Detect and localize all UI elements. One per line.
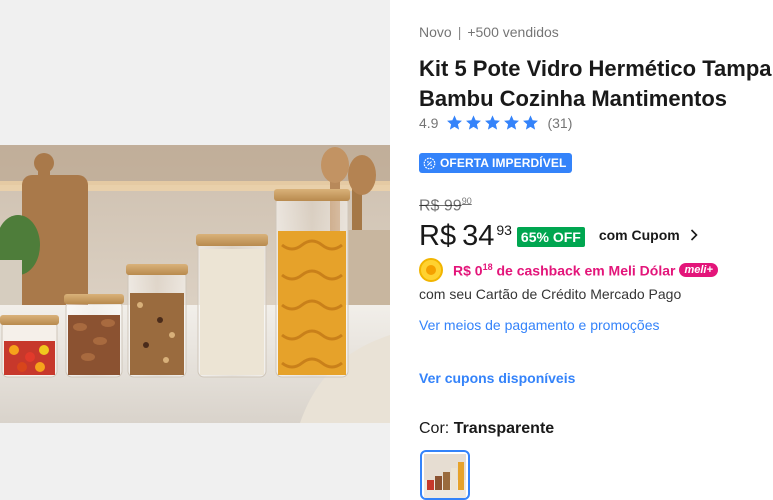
star-icon xyxy=(523,115,539,130)
subtitle-separator: | xyxy=(457,24,462,40)
cashback-row: R$ 018 de cashback em Meli Dólar meli+ xyxy=(419,258,718,282)
old-price-int: 99 xyxy=(443,197,462,215)
star-icon xyxy=(485,115,501,130)
cashback-currency: R$ xyxy=(453,262,471,279)
color-swatch-transparente[interactable] xyxy=(420,450,470,500)
product-page: Novo | +500 vendidos Kit 5 Pote Vidro Herm… xyxy=(0,0,773,500)
color-label: Cor: xyxy=(419,420,450,437)
color-value: Transparente xyxy=(453,420,555,437)
cashback-int: 0 xyxy=(474,262,483,279)
coupon-button[interactable]: com Cupom xyxy=(599,227,698,243)
cashback-description: de cashback em Meli Dólar xyxy=(496,262,676,279)
product-title: Kit 5 Pote Vidro Hermético Tampa De Bamb… xyxy=(419,56,773,111)
star-icon xyxy=(447,115,463,130)
price-cents: 93 xyxy=(496,222,512,238)
offer-badge: OFERTA IMPERDÍVEL xyxy=(419,153,573,173)
rating-stars xyxy=(446,114,539,131)
product-gallery xyxy=(0,0,390,500)
swatch-thumbnail xyxy=(424,454,466,498)
coupons-link[interactable]: Ver cupons disponíveis xyxy=(419,370,575,386)
price-row: R$ 34 93 65% OFF com Cupom xyxy=(419,218,698,254)
product-info: Novo | +500 vendidos Kit 5 Pote Vidro Herm… xyxy=(419,0,773,500)
meli-plus-badge: meli+ xyxy=(679,263,718,277)
offer-badge-label: OFERTA IMPERDÍVEL xyxy=(440,156,567,170)
meli-dollar-coin-icon xyxy=(419,258,443,282)
rating-count: (31) xyxy=(547,114,573,131)
product-main-image[interactable] xyxy=(0,145,390,423)
sold-count: +500 vendidos xyxy=(467,24,559,40)
price-currency: R$ xyxy=(419,220,457,252)
card-condition: com seu Cartão de Crédito Mercado Pago xyxy=(419,286,682,302)
color-selector-label: Cor: Transparente xyxy=(419,420,554,438)
product-subtitle: Novo | +500 vendidos xyxy=(419,24,559,40)
old-price-currency: R$ xyxy=(419,197,440,215)
original-price: R$ 9990 xyxy=(419,196,472,215)
star-icon xyxy=(504,115,520,130)
rating-value: 4.9 xyxy=(419,114,439,131)
old-price-cents: 90 xyxy=(461,196,472,206)
discount-badge-icon xyxy=(423,157,436,169)
payment-methods-link[interactable]: Ver meios de pagamento e promoções xyxy=(419,317,659,333)
chevron-right-icon xyxy=(690,229,698,241)
coupon-label: com Cupom xyxy=(598,227,680,243)
cashback-text: R$ 018 de cashback em Meli Dólar xyxy=(453,262,675,279)
cashback-cents: 18 xyxy=(482,261,493,272)
discount-tag: 65% OFF xyxy=(516,227,585,247)
rating-row[interactable]: 4.9 (31) xyxy=(419,114,572,131)
star-icon xyxy=(466,115,482,130)
price-int: 34 xyxy=(462,220,495,252)
condition-label: Novo xyxy=(419,24,452,40)
